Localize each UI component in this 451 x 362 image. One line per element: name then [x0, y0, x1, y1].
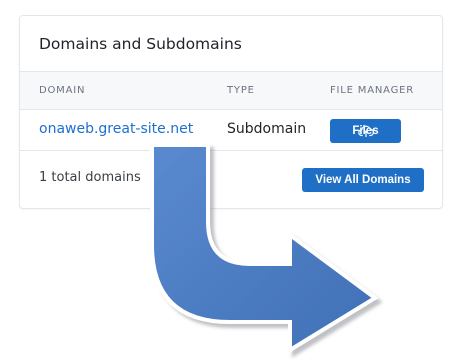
table-header: DOMAIN TYPE FILE MANAGER — [20, 72, 442, 110]
table-row: onaweb.great-site.net Subdomain Files — [20, 110, 442, 151]
view-all-domains-button[interactable]: View All Domains — [302, 168, 424, 192]
files-button-label: Files — [352, 125, 379, 137]
card-footer: 1 total domains View All Domains — [20, 151, 442, 208]
domain-link[interactable]: onaweb.great-site.net — [39, 121, 193, 137]
files-button[interactable]: Files — [330, 119, 401, 143]
domains-card: Domains and Subdomains DOMAIN TYPE FILE … — [19, 15, 443, 209]
column-header-domain: DOMAIN — [39, 85, 86, 96]
column-header-type: TYPE — [227, 85, 255, 96]
card-title: Domains and Subdomains — [20, 16, 442, 72]
column-header-file-manager: FILE MANAGER — [330, 85, 414, 96]
total-domains-text: 1 total domains — [39, 170, 141, 185]
page: Domains and Subdomains DOMAIN TYPE FILE … — [0, 0, 451, 362]
domain-type: Subdomain — [227, 121, 307, 137]
